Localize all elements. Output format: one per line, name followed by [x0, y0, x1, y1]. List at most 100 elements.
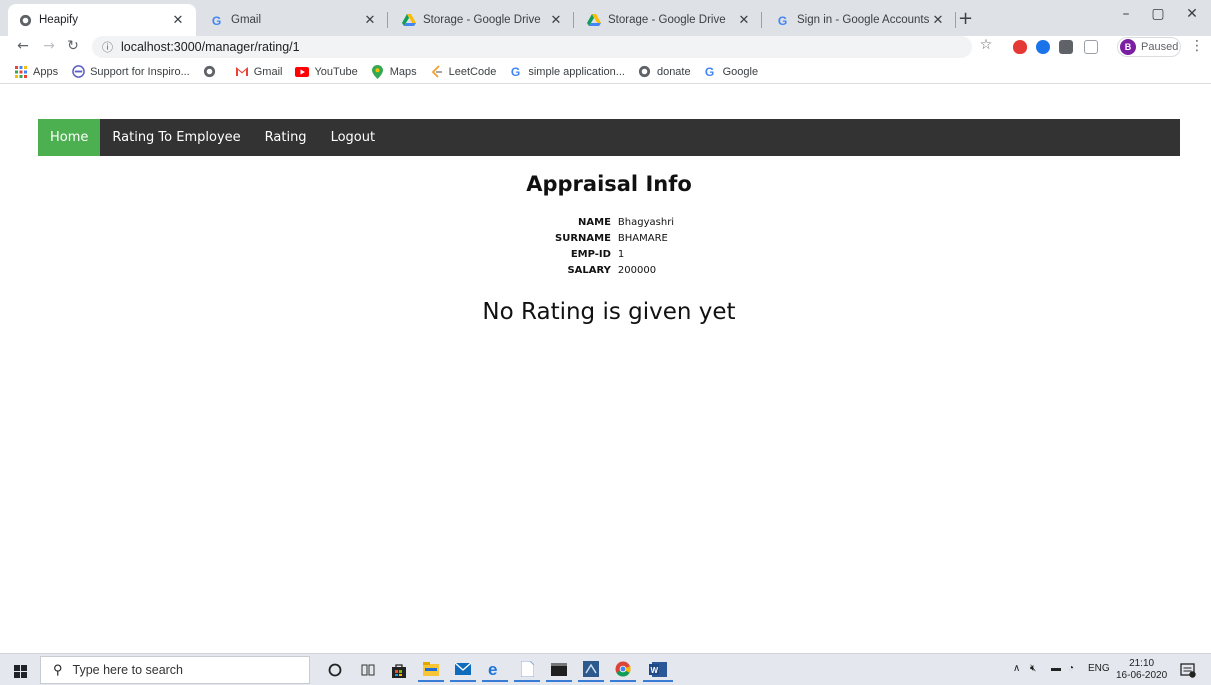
tab-google-signin[interactable]: G Sign in - Google Accounts ✕ — [766, 4, 956, 36]
tab-heapify[interactable]: Heapify ✕ — [8, 4, 196, 36]
address-bar[interactable]: ⓘ localhost:3000/manager/rating/1 — [92, 36, 972, 58]
close-icon[interactable]: ✕ — [736, 13, 752, 28]
svg-text:G: G — [777, 14, 786, 27]
notification-icon[interactable] — [1178, 658, 1198, 682]
info-key: NAME — [578, 216, 611, 228]
bookmark-globe[interactable] — [203, 65, 222, 79]
no-rating-message: No Rating is given yet — [482, 299, 736, 325]
speaker-mute-icon[interactable]: 🔇︎ — [1030, 663, 1036, 674]
browser-toolbar: ← → ↻ ⓘ localhost:3000/manager/rating/1 … — [0, 36, 1211, 60]
terminal-icon[interactable] — [546, 658, 572, 682]
avatar: B — [1120, 39, 1136, 55]
table-row: EMP-ID 1 — [553, 246, 676, 262]
extension-circle-icon[interactable] — [1036, 40, 1050, 54]
new-tab-button[interactable]: + — [958, 8, 973, 29]
globe-icon — [18, 13, 32, 27]
reload-icon[interactable]: ↻ — [64, 38, 82, 54]
tab-separator — [761, 12, 762, 28]
close-window-icon[interactable]: ✕ — [1182, 6, 1202, 22]
menu-kebab-icon[interactable]: ⋮ — [1188, 38, 1206, 54]
apps-grid-icon — [14, 65, 28, 79]
close-icon[interactable]: ✕ — [548, 13, 564, 28]
bookmark-star-icon[interactable]: ☆ — [977, 37, 995, 53]
task-view-icon[interactable] — [355, 658, 381, 682]
bookmark-apps[interactable]: Apps — [14, 65, 58, 79]
bookmark-donate[interactable]: donate — [638, 65, 691, 79]
nav-rating-to-employee[interactable]: Rating To Employee — [100, 119, 252, 156]
word-icon[interactable]: W — [643, 658, 673, 682]
bookmark-label: LeetCode — [448, 65, 497, 78]
drive-icon — [587, 13, 601, 27]
mail-icon[interactable] — [450, 658, 476, 682]
bookmarks-bar: Apps Support for Inspiro... Gmail YouTub… — [0, 60, 1211, 84]
info-value: BHAMARE — [617, 232, 668, 244]
extension-shield-icon[interactable] — [1013, 40, 1027, 54]
tab-separator — [955, 12, 956, 28]
cortana-icon[interactable] — [322, 658, 348, 682]
tab-drive-2[interactable]: Storage - Google Drive ✕ — [577, 4, 762, 36]
close-icon[interactable]: ✕ — [930, 13, 946, 28]
profile-status: Paused — [1141, 41, 1179, 53]
language-indicator[interactable]: ENG — [1088, 663, 1110, 674]
nav-logout[interactable]: Logout — [319, 119, 388, 156]
globe-icon — [638, 65, 652, 79]
tab-title: Storage - Google Drive — [608, 14, 726, 26]
url-text: localhost:3000/manager/rating/1 — [121, 40, 300, 54]
bookmark-label: simple application... — [528, 65, 625, 78]
clock-date: 16-06-2020 — [1116, 670, 1168, 681]
file-explorer-icon[interactable] — [418, 658, 444, 682]
edge-icon[interactable]: e — [482, 658, 508, 682]
table-row: SURNAME BHAMARE — [553, 230, 676, 246]
profile-button[interactable]: B Paused — [1117, 37, 1181, 57]
restore-icon[interactable]: ▢ — [1148, 6, 1168, 22]
tab-drive-1[interactable]: Storage - Google Drive ✕ — [392, 4, 574, 36]
battery-icon[interactable]: ▬ — [1051, 663, 1061, 674]
maps-icon — [371, 64, 385, 79]
tray-chevron-icon[interactable]: ∧ — [1013, 663, 1020, 674]
chrome-icon[interactable] — [610, 658, 636, 682]
globe-icon — [203, 65, 217, 79]
extension-box-icon[interactable] — [1084, 40, 1098, 54]
bookmark-google[interactable]: G Google — [704, 65, 758, 79]
bookmark-youtube[interactable]: YouTube — [295, 65, 358, 79]
extension-puzzle-icon[interactable] — [1059, 40, 1073, 54]
wifi-icon[interactable]: ◔ — [1068, 663, 1074, 674]
bookmark-support[interactable]: Support for Inspiro... — [71, 65, 190, 79]
svg-text:G: G — [511, 65, 520, 78]
tab-title: Heapify — [39, 14, 78, 26]
nav-rating[interactable]: Rating — [253, 119, 319, 156]
close-icon[interactable]: ✕ — [362, 13, 378, 28]
bookmark-maps[interactable]: Maps — [371, 64, 417, 79]
info-value: Bhagyashri — [617, 216, 675, 228]
clock[interactable]: 21:10 16-06-2020 — [1116, 658, 1167, 682]
tab-title: Storage - Google Drive — [423, 14, 541, 26]
bookmark-label: YouTube — [314, 65, 358, 78]
tab-gmail[interactable]: G Gmail ✕ — [200, 4, 388, 36]
browser-tab-strip: Heapify ✕ G Gmail ✕ Storage - Google Dri… — [0, 0, 1211, 36]
info-key: EMP-ID — [570, 248, 611, 260]
bookmark-leetcode[interactable]: LeetCode — [430, 65, 497, 79]
app-window-icon[interactable] — [578, 658, 604, 682]
search-icon: ⚲ — [53, 662, 63, 677]
nav-home[interactable]: Home — [38, 119, 101, 156]
info-icon[interactable]: ⓘ — [102, 39, 113, 55]
svg-text:W: W — [651, 666, 659, 675]
table-row: NAME Bhagyashri — [553, 214, 676, 230]
leetcode-icon — [430, 65, 444, 79]
info-value: 200000 — [617, 264, 657, 276]
windows-start-icon[interactable] — [14, 663, 27, 682]
back-icon[interactable]: ← — [14, 38, 32, 54]
close-icon[interactable]: ✕ — [170, 13, 186, 28]
forward-icon[interactable]: → — [40, 38, 58, 54]
support-icon — [71, 65, 85, 79]
bookmark-gmail[interactable]: Gmail — [235, 65, 282, 79]
taskbar-search-box[interactable]: ⚲ Type here to search — [40, 656, 310, 684]
store-icon[interactable] — [386, 658, 412, 682]
notepad-icon[interactable] — [514, 658, 540, 682]
bookmark-label: Maps — [389, 65, 417, 78]
clock-time: 21:10 — [1129, 658, 1155, 669]
svg-text:G: G — [705, 65, 714, 78]
minimize-icon[interactable]: – — [1116, 6, 1136, 22]
bookmark-simple-application[interactable]: G simple application... — [509, 65, 625, 79]
gmail-icon — [235, 65, 249, 79]
